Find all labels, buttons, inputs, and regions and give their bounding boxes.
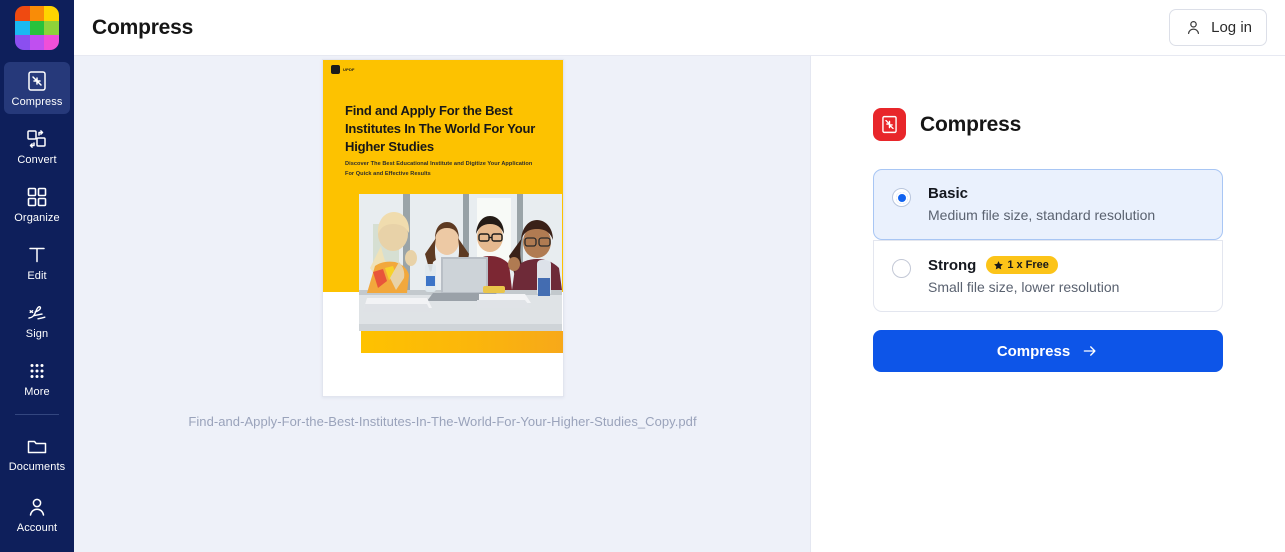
option-strong-text: Strong 1 x Free Small file size, lower r… — [928, 256, 1119, 295]
option-basic[interactable]: Basic Medium file size, standard resolut… — [873, 169, 1223, 240]
sidebar-item-label: More — [24, 386, 50, 398]
panel-title-row: Compress — [873, 108, 1223, 141]
sidebar-item-label: Edit — [27, 270, 47, 282]
brand-mark-icon — [331, 65, 340, 74]
status-badge: 1 x Free — [986, 256, 1058, 274]
sidebar-item-convert[interactable]: Convert — [4, 120, 70, 172]
app-root: Compress Convert Organize Edit Sign More… — [0, 0, 1285, 552]
sidebar-item-label: Documents — [8, 461, 66, 473]
status-badge-label: 1 x Free — [1007, 259, 1049, 271]
sidebar-item-label: Convert — [17, 154, 57, 166]
option-basic-description: Medium file size, standard resolution — [928, 207, 1156, 223]
sidebar-item-sign[interactable]: Sign — [4, 294, 70, 346]
sidebar: Compress Convert Organize Edit Sign More… — [0, 0, 74, 552]
document-photo — [359, 194, 562, 331]
compress-icon — [25, 69, 49, 93]
sidebar-item-organize[interactable]: Organize — [4, 178, 70, 230]
brand-label: UPDF — [343, 67, 355, 72]
login-button-label: Log in — [1211, 19, 1252, 36]
panel-title: Compress — [920, 112, 1022, 136]
document-filename: Find-and-Apply-For-the-Best-Institutes-I… — [188, 414, 697, 429]
option-basic-text: Basic Medium file size, standard resolut… — [928, 185, 1155, 223]
option-strong-description: Small file size, lower resolution — [928, 279, 1120, 295]
sidebar-item-more[interactable]: More — [4, 352, 70, 404]
document-subheading: Discover The Best Educational Institute … — [345, 161, 533, 177]
star-icon — [993, 260, 1004, 271]
document-preview-pane: UPDF Find and Apply For the Best Institu… — [74, 56, 811, 552]
compression-level-group: Basic Medium file size, standard resolut… — [873, 169, 1223, 312]
signature-icon — [25, 301, 49, 325]
sidebar-divider — [15, 414, 59, 415]
compress-button-label: Compress — [996, 342, 1071, 360]
document-accent-band — [361, 331, 563, 353]
folder-icon — [25, 434, 49, 458]
document-brand: UPDF — [331, 65, 355, 74]
option-basic-head: Basic — [928, 185, 1155, 202]
grid-dots-icon — [25, 359, 49, 383]
document-thumbnail[interactable]: UPDF Find and Apply For the Best Institu… — [322, 59, 564, 399]
arrow-right-icon — [1081, 342, 1099, 360]
document-page: UPDF Find and Apply For the Best Institu… — [322, 59, 564, 397]
person-icon — [25, 495, 49, 519]
sidebar-item-label: Account — [16, 522, 58, 534]
sidebar-item-compress[interactable]: Compress — [4, 62, 70, 114]
app-logo[interactable] — [0, 0, 74, 56]
sidebar-item-account[interactable]: Account — [4, 488, 70, 540]
compress-button[interactable]: Compress — [873, 330, 1223, 372]
radio-basic[interactable] — [892, 188, 911, 207]
sidebar-item-documents[interactable]: Documents — [4, 427, 70, 479]
sidebar-item-edit[interactable]: Edit — [4, 236, 70, 288]
login-button[interactable]: Log in — [1169, 9, 1267, 46]
document-heading: Find and Apply For the Best Institutes I… — [345, 103, 536, 154]
sidebar-nav: Compress Convert Organize Edit Sign More… — [0, 56, 74, 485]
radio-strong[interactable] — [892, 259, 911, 278]
compress-options-pane: Compress Basic Medium file size, standar… — [811, 56, 1285, 552]
app-logo-grid — [15, 6, 59, 50]
person-icon — [1184, 18, 1203, 37]
edit-text-icon — [25, 243, 49, 267]
sidebar-item-label: Compress — [11, 96, 63, 108]
convert-icon — [25, 127, 49, 151]
main-column: Compress Log in UPDF Find and Apply For … — [74, 0, 1285, 552]
sidebar-item-label: Organize — [14, 212, 60, 224]
sidebar-item-label: Sign — [25, 328, 49, 340]
option-strong-head: Strong 1 x Free — [928, 256, 1119, 274]
page-title: Compress — [92, 15, 194, 39]
option-strong[interactable]: Strong 1 x Free Small file size, lower r… — [873, 240, 1223, 312]
organize-icon — [25, 185, 49, 209]
compress-icon — [873, 108, 906, 141]
option-basic-label: Basic — [928, 185, 969, 202]
app-header: Compress Log in — [74, 0, 1285, 56]
option-strong-label: Strong — [928, 256, 977, 274]
main-body: UPDF Find and Apply For the Best Institu… — [74, 56, 1285, 552]
sidebar-bottom: Account — [0, 488, 74, 546]
